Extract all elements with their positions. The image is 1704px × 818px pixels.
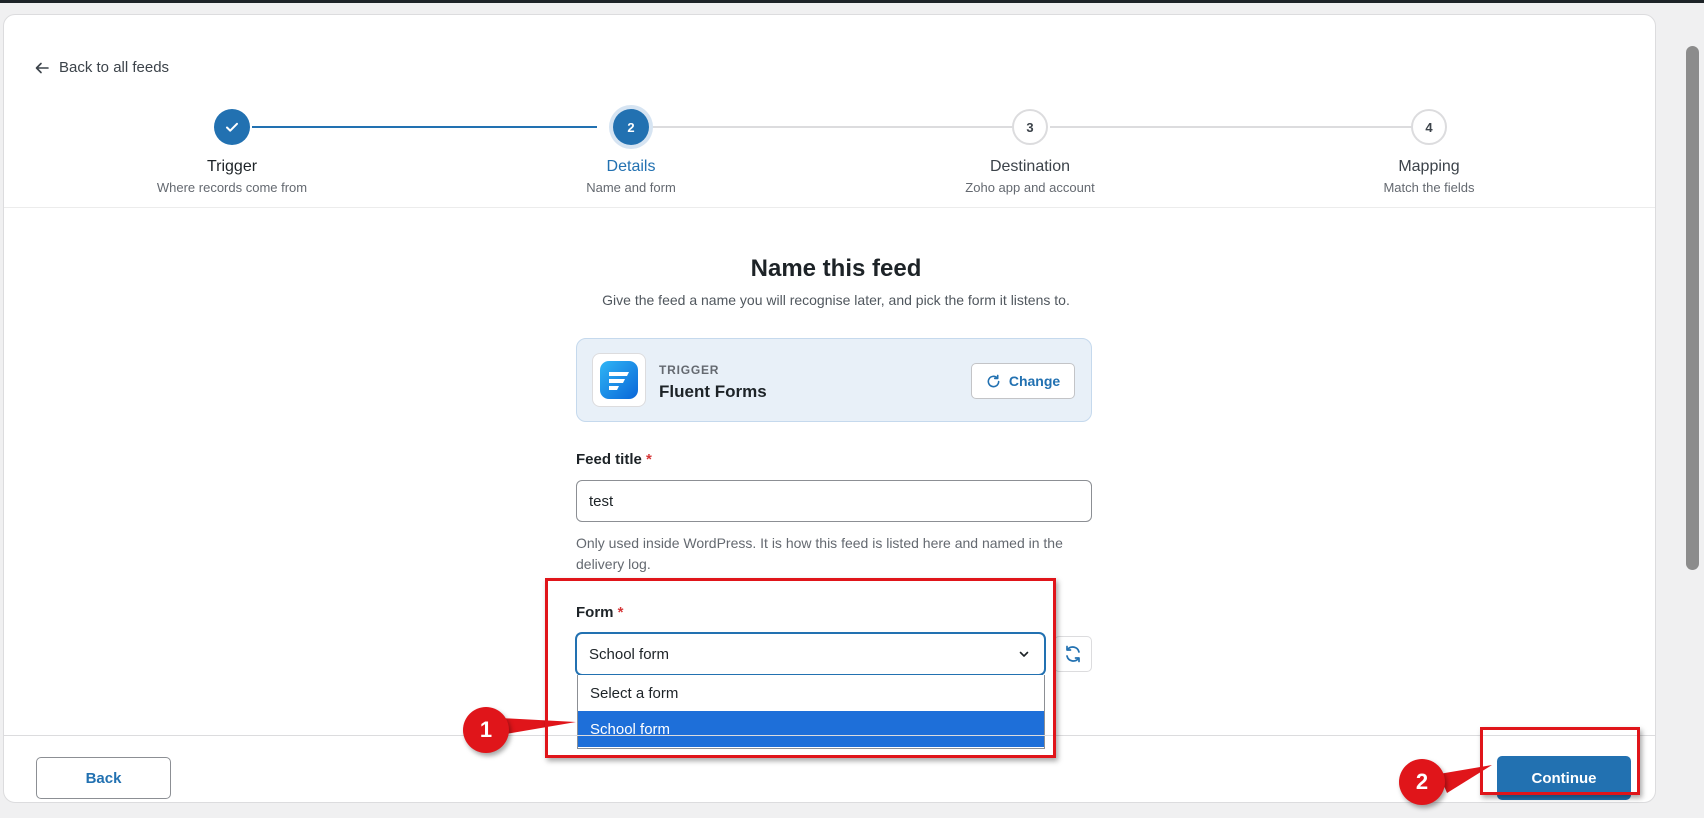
- annotation-badge-2: 2: [1399, 759, 1445, 805]
- annotation-badge-1: 1: [463, 707, 509, 753]
- annotation-1-highlight: [545, 578, 1056, 758]
- annotation-2-highlight: [1480, 727, 1640, 795]
